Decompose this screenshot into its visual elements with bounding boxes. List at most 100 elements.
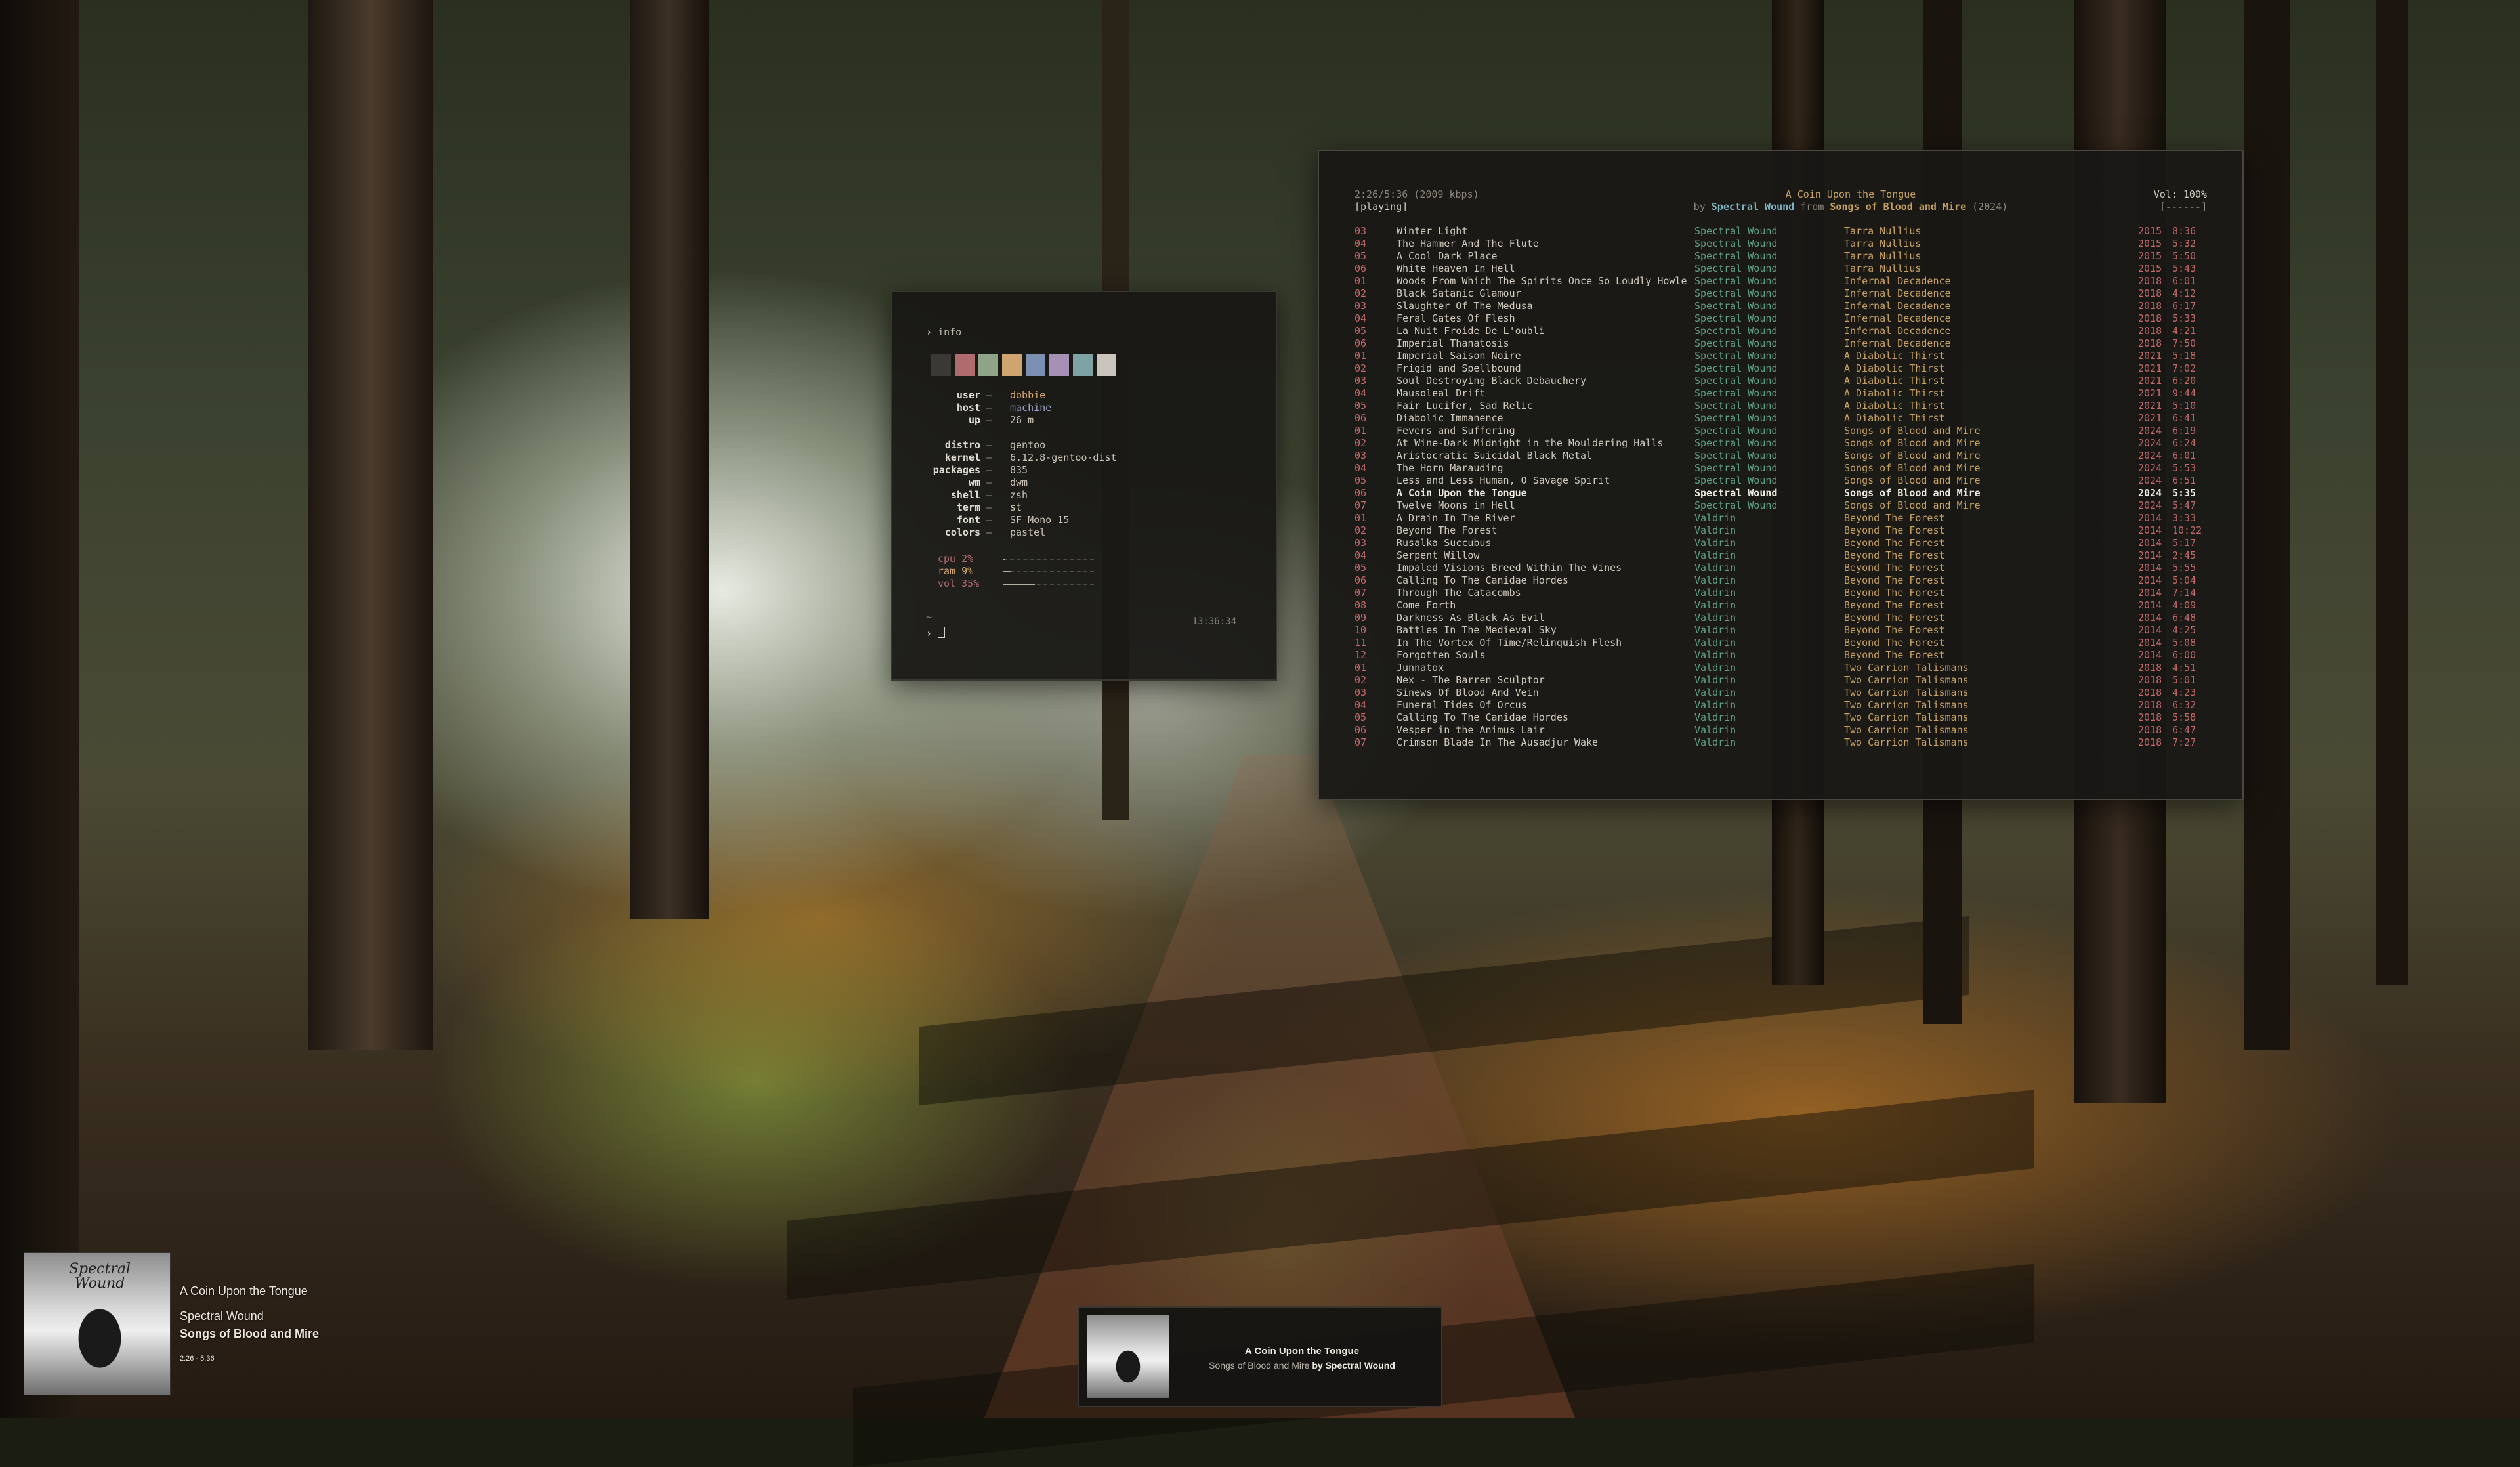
track-row[interactable]: 03 Aristocratic Suicidal Black Metal Spect…: [1354, 450, 2214, 462]
track-row[interactable]: 06 White Heaven In Hell Spectral Wound Tarr…: [1354, 263, 2214, 275]
track-row[interactable]: 01 Junnatox Valdrin Two Carrion Talismans 20…: [1354, 662, 2214, 674]
mini-player[interactable]: A Coin Upon the Tongue Songs of Blood an…: [1078, 1306, 1442, 1407]
track-title: Slaughter Of The Medusa: [1396, 300, 1533, 312]
track-album: Two Carrion Talismans: [1844, 724, 1969, 736]
track-title: A Cool Dark Place: [1396, 250, 1498, 262]
track-number: 05: [1354, 325, 1367, 337]
command-line: › info: [926, 326, 961, 338]
track-row[interactable]: 07 Crimson Blade In The Ausadjur Wake Vald…: [1354, 736, 2214, 749]
track-year: 2014: [2138, 599, 2162, 611]
info-key: kernel: [944, 452, 980, 463]
track-album: Two Carrion Talismans: [1844, 687, 1969, 698]
track-row[interactable]: 02 Black Satanic Glamour Spectral Wound Inf…: [1354, 287, 2214, 300]
track-row[interactable]: 03 Rusalka Succubus Valdrin Beyond The Fore…: [1354, 537, 2214, 549]
track-row[interactable]: 06 Vesper in the Animus Lair Valdrin Two Ca…: [1354, 724, 2214, 736]
track-artist: Valdrin: [1694, 699, 1736, 711]
track-row[interactable]: 06 Imperial Thanatosis Spectral Wound Infer…: [1354, 337, 2214, 350]
track-year: 2021: [2138, 412, 2162, 424]
track-row[interactable]: 05 Impaled Visions Breed Within The Vines…: [1354, 562, 2214, 574]
track-number: 05: [1354, 712, 1367, 723]
track-row[interactable]: 09 Darkness As Black As Evil Valdrin Beyond…: [1354, 612, 2214, 624]
track-album: Two Carrion Talismans: [1844, 712, 1969, 723]
track-year: 2021: [2138, 375, 2162, 387]
track-number: 09: [1354, 612, 1367, 624]
input-prompt[interactable]: ›: [926, 627, 946, 639]
track-row[interactable]: 05 Calling To The Canidae Hordes Valdrin Tw…: [1354, 712, 2214, 724]
track-artist: Valdrin: [1694, 624, 1736, 636]
track-title: Fair Lucifer, Sad Relic: [1396, 400, 1533, 412]
track-duration: 6:19: [2172, 425, 2196, 436]
color-swatch: [1049, 354, 1069, 376]
track-title: La Nuit Froide De L'oubli: [1396, 325, 1545, 337]
info-terminal-window[interactable]: › info user — dobbie host — machine up —…: [891, 291, 1277, 681]
mini-artist: Spectral Wound: [1325, 1360, 1395, 1371]
track-duration: 6:51: [2172, 475, 2196, 486]
track-row[interactable]: 01 A Drain In The River Valdrin Beyond The …: [1354, 512, 2214, 524]
info-separator: —: [986, 501, 992, 513]
track-row[interactable]: 05 Less and Less Human, O Savage Spirit Sp…: [1354, 475, 2214, 487]
track-year: 2015: [2138, 238, 2162, 249]
track-year: 2024: [2138, 437, 2162, 449]
track-row[interactable]: 03 Winter Light Spectral Wound Tarra Nulliu…: [1354, 225, 2214, 238]
track-title: Sinews Of Blood And Vein: [1396, 687, 1539, 698]
track-row[interactable]: 04 Funeral Tides Of Orcus Valdrin Two Carri…: [1354, 699, 2214, 712]
track-duration: 4:09: [2172, 599, 2196, 611]
volume-indicator: Vol: 100%: [2153, 188, 2207, 200]
track-album: Beyond The Forest: [1844, 549, 1945, 561]
track-row[interactable]: 05 A Cool Dark Place Spectral Wound Tarra N…: [1354, 250, 2214, 263]
track-row[interactable]: 05 Fair Lucifer, Sad Relic Spectral Wound A…: [1354, 400, 2214, 412]
track-duration: 4:12: [2172, 287, 2196, 299]
track-title: Twelve Moons in Hell: [1396, 500, 1515, 511]
track-row[interactable]: 04 Serpent Willow Valdrin Beyond The Forest…: [1354, 549, 2214, 562]
track-title: Beyond The Forest: [1396, 524, 1498, 536]
track-row[interactable]: 04 Feral Gates Of Flesh Spectral Wound Infe…: [1354, 312, 2214, 325]
track-row[interactable]: 02 Frigid and Spellbound Spectral Wound A D…: [1354, 362, 2214, 375]
track-row[interactable]: 02 Beyond The Forest Valdrin Beyond The For…: [1354, 524, 2214, 537]
track-title: In The Vortex Of Time/Relinquish Flesh: [1396, 637, 1622, 648]
track-row[interactable]: 06 Calling To The Canidae Hordes Valdrin Be…: [1354, 574, 2214, 587]
track-number: 10: [1354, 624, 1367, 636]
track-row[interactable]: 08 Come Forth Valdrin Beyond The Forest 2014…: [1354, 599, 2214, 612]
track-row[interactable]: 02 At Wine-Dark Midnight in the Moulderin…: [1354, 437, 2214, 450]
track-row[interactable]: 03 Soul Destroying Black Debauchery Spectr…: [1354, 375, 2214, 387]
track-row[interactable]: 04 The Hammer And The Flute Spectral Wound…: [1354, 238, 2214, 250]
track-duration: 6:00: [2172, 649, 2196, 661]
track-album: A Diabolic Thirst: [1844, 412, 1945, 424]
info-value: dwm: [1010, 477, 1028, 488]
track-row[interactable]: 04 Mausoleal Drift Spectral Wound A Diaboli…: [1354, 387, 2214, 400]
track-artist: Valdrin: [1694, 537, 1736, 549]
track-duration: 6:47: [2172, 724, 2196, 736]
track-title: Battles In The Medieval Sky: [1396, 624, 1557, 636]
track-row[interactable]: 05 La Nuit Froide De L'oubli Spectral Woun…: [1354, 325, 2214, 337]
track-row[interactable]: 03 Sinews Of Blood And Vein Valdrin Two Car…: [1354, 687, 2214, 699]
track-duration: 7:02: [2172, 362, 2196, 374]
track-row[interactable]: 11 In The Vortex Of Time/Relinquish Flesh…: [1354, 637, 2214, 649]
track-row[interactable]: 06 Diabolic Immanence Spectral Wound A Diab…: [1354, 412, 2214, 425]
track-row[interactable]: 01 Fevers and Suffering Spectral Wound Song…: [1354, 425, 2214, 437]
track-row[interactable]: 04 The Horn Marauding Spectral Wound Songs …: [1354, 462, 2214, 475]
track-row[interactable]: 01 Woods From Which The Spirits Once So L…: [1354, 275, 2214, 287]
track-number: 06: [1354, 574, 1367, 586]
track-row[interactable]: 10 Battles In The Medieval Sky Valdrin Beyo…: [1354, 624, 2214, 637]
track-artist: Valdrin: [1694, 587, 1736, 599]
track-album: Tarra Nullius: [1844, 238, 1922, 249]
track-duration: 6:17: [2172, 300, 2196, 312]
prompt-symbol: ›: [926, 627, 933, 639]
track-title: Come Forth: [1396, 599, 1456, 611]
track-row[interactable]: 12 Forgotten Souls Valdrin Beyond The Fores…: [1354, 649, 2214, 662]
info-value: SF Mono 15: [1010, 514, 1070, 526]
info-key: colors: [944, 526, 980, 538]
track-row[interactable]: 07 Through The Catacombs Valdrin Beyond The…: [1354, 587, 2214, 599]
ram-usage: ram 9%: [938, 565, 1094, 578]
mini-subtitle: Songs of Blood and Mire by Spectral Woun…: [1171, 1360, 1433, 1371]
track-row[interactable]: 07 Twelve Moons in Hell Spectral Wound Song…: [1354, 500, 2214, 512]
track-title: At Wine-Dark Midnight in the Mouldering …: [1396, 437, 1664, 449]
music-player-window[interactable]: 2:26/5:36 (2009 kbps) [playing] A Coin U…: [1318, 150, 2244, 800]
track-year: 2014: [2138, 537, 2162, 549]
track-album: Beyond The Forest: [1844, 574, 1945, 586]
track-row-active[interactable]: 06 A Coin Upon the Tongue Spectral Wound So…: [1354, 487, 2214, 500]
track-row[interactable]: 03 Slaughter Of The Medusa Spectral Wound I…: [1354, 300, 2214, 312]
color-swatch: [1073, 354, 1093, 376]
track-row[interactable]: 02 Nex - The Barren Sculptor Valdrin Two Ca…: [1354, 674, 2214, 687]
track-row[interactable]: 01 Imperial Saison Noire Spectral Wound A D…: [1354, 350, 2214, 362]
